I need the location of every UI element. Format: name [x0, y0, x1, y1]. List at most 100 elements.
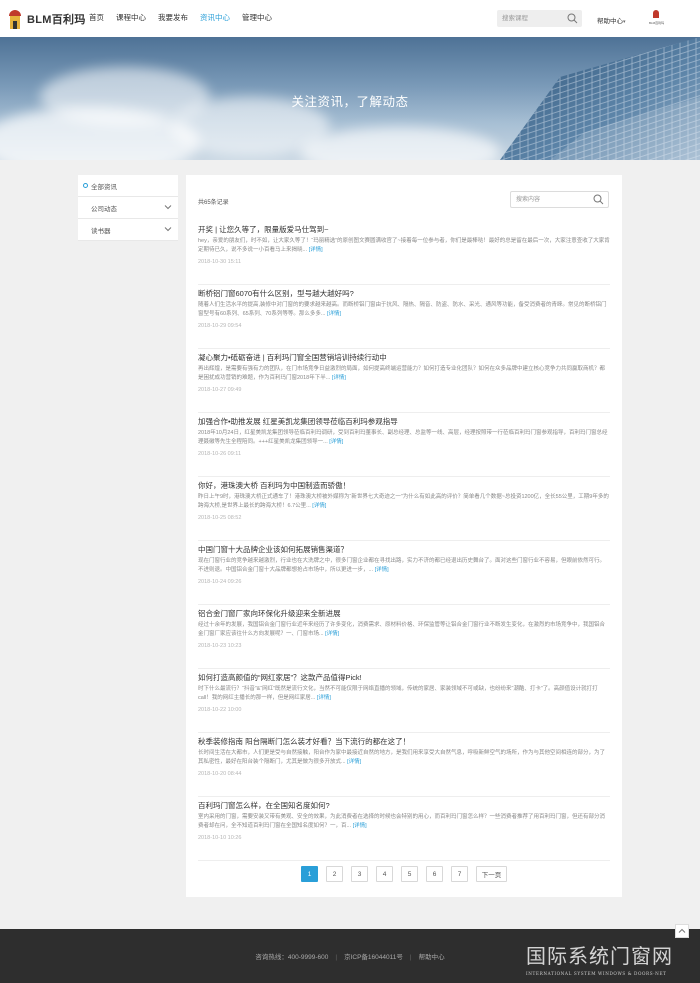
pagination: 1 2 3 4 5 6 7 下一页: [301, 866, 515, 882]
course-search: [497, 10, 582, 27]
logo-text: BLM百利玛: [27, 14, 86, 26]
article-date: 2018-10-22 10:00: [198, 707, 242, 713]
news-category-sidebar: 全部资讯 公司动态 读书器: [78, 175, 178, 241]
top-header: BLM百利玛 首页 课程中心 我要发布 资讯中心 管理中心 帮助中心▾ BLM百…: [0, 0, 700, 37]
nav-manage[interactable]: 管理中心: [242, 12, 272, 23]
article-summary: 昨日上午9时，港珠澳大桥正式通车了！港珠澳大桥被外媒称为“新世界七大奇迹之一”为…: [198, 494, 609, 509]
selected-circle-icon: [83, 183, 88, 188]
details-link[interactable]: [详情]: [309, 247, 323, 253]
nav-news[interactable]: 资讯中心: [200, 12, 230, 23]
list-item: 百利玛门窗怎么样，在全国知名度如何? 室内采用的门窗，需要安装又带有美观、安全的…: [198, 797, 610, 861]
details-link[interactable]: [详情]: [353, 823, 367, 829]
next-page-button[interactable]: 下一页: [476, 866, 507, 882]
main-nav: 首页 课程中心 我要发布 资讯中心 管理中心: [89, 12, 284, 23]
nav-courses[interactable]: 课程中心: [116, 12, 146, 23]
nav-home[interactable]: 首页: [89, 12, 104, 23]
article-date: 2018-10-30 15:11: [198, 259, 242, 265]
page-button-5[interactable]: 5: [401, 866, 418, 882]
list-item: 铝合金门窗厂家向环保化升级迎来全新进展 经过十余年的发展，我国铝合金门窗行业近年…: [198, 605, 610, 669]
article-summary: 再出辉煌，是需要有强有力的团队，在门市场竞争日益激烈的局面，如何提高终端运营能力…: [198, 366, 606, 381]
help-center-link[interactable]: 帮助中心▾: [597, 15, 626, 25]
nav-publish[interactable]: 我要发布: [158, 12, 188, 23]
article-date: 2018-10-25 08:52: [198, 515, 242, 521]
page-button-7[interactable]: 7: [451, 866, 468, 882]
article-title[interactable]: 如何打造高颜值的“网红家居”？这款产品值得Pick!: [198, 672, 362, 683]
details-link[interactable]: [详情]: [375, 567, 389, 573]
details-link[interactable]: [详情]: [325, 631, 339, 637]
article-date: 2018-10-29 09:54: [198, 323, 242, 329]
details-link[interactable]: [详情]: [327, 311, 341, 317]
details-link[interactable]: [详情]: [329, 439, 343, 445]
list-item: 中国门窗十大品牌企业该如何拓展销售渠道？ 现在门窗行业的竞争越来越激烈，行业也在…: [198, 541, 610, 605]
search-icon[interactable]: [593, 194, 604, 207]
article-list: 开奖 | 让您久等了，限量版爱马仕驾到~ hey，亲爱的朋友们，时不如，让大家久…: [198, 221, 610, 861]
chevron-down-icon: [164, 226, 172, 234]
sidebar-item-all-news[interactable]: 全部资讯: [78, 175, 178, 197]
article-date: 2018-10-27 09:49: [198, 387, 242, 393]
news-list-panel: 共65条记录 开奖 | 让您久等了，限量版爱马仕驾到~ hey，亲爱的朋友们，时…: [186, 175, 622, 897]
record-count: 共65条记录: [198, 200, 229, 206]
details-link[interactable]: [详情]: [347, 759, 361, 765]
article-title[interactable]: 百利玛门窗怎么样，在全国知名度如何?: [198, 800, 330, 811]
article-summary: 现在门窗行业的竞争越来越激烈，行业也在大洗牌之中，很多门窗企业都在寻找出路，实力…: [198, 558, 606, 573]
content-search: [510, 191, 609, 208]
article-title[interactable]: 开奖 | 让您久等了，限量版爱马仕驾到~: [198, 224, 329, 235]
page-button-4[interactable]: 4: [376, 866, 393, 882]
list-item: 凝心聚力•砥砺奋进 | 百利玛门窗全国营销培训持续行动中 再出辉煌，是需要有强有…: [198, 349, 610, 413]
site-watermark: 国际系统门窗网 INTERNATIONAL SYSTEM WINDOWS & D…: [526, 940, 694, 980]
article-date: 2018-10-10 10:26: [198, 835, 242, 841]
article-summary: 随着人们生活水平的提高,装修中对门窗的的要求越来越高。而断桥铝门窗由于抗风、隔热…: [198, 302, 607, 317]
article-date: 2018-10-20 08:44: [198, 771, 242, 777]
chevron-down-icon: [164, 204, 172, 212]
page-button-6[interactable]: 6: [426, 866, 443, 882]
content-search-input[interactable]: [511, 192, 589, 207]
article-summary: 2018年10月24日，红星美凯龙集团领导莅临百利玛调研，受到百利玛董事长、副总…: [198, 430, 608, 445]
logo-icon: [9, 9, 21, 29]
chevron-down-icon: ▾: [623, 19, 626, 25]
details-link[interactable]: [详情]: [312, 503, 326, 509]
article-title[interactable]: 凝心聚力•砥砺奋进 | 百利玛门窗全国营销培训持续行动中: [198, 352, 387, 363]
article-summary: 经过十余年的发展，我国铝合金门窗行业近年来经历了许多变化，消费需求、原材料价格、…: [198, 622, 606, 637]
details-link[interactable]: [详情]: [332, 375, 346, 381]
list-item: 你好，港珠澳大桥 百利玛为中国制造而骄傲！ 昨日上午9时，港珠澳大桥正式通车了！…: [198, 477, 610, 541]
footer-help-link[interactable]: 帮助中心: [419, 954, 445, 961]
page-button-1[interactable]: 1: [301, 866, 318, 882]
sidebar-item-label: 公司动态: [91, 205, 117, 213]
list-item: 断桥铝门窗6070有什么区别，型号越大越好吗? 随着人们生活水平的提高,装修中对…: [198, 285, 610, 349]
course-search-input[interactable]: [497, 10, 561, 27]
news-banner: 关注资讯，了解动态: [0, 37, 700, 160]
site-logo[interactable]: BLM百利玛: [9, 9, 86, 29]
list-item: 开奖 | 让您久等了，限量版爱马仕驾到~ hey，亲爱的朋友们，时不如，让大家久…: [198, 221, 610, 285]
article-date: 2018-10-23 10:23: [198, 643, 242, 649]
page-button-3[interactable]: 3: [351, 866, 368, 882]
list-item: 秋季装修指南 阳台隔断门怎么装才好看？当下流行的都在这了！ 长时间生活在大都市，…: [198, 733, 610, 797]
article-summary: 时下什么最流行？“抖音”&“网红”既然是流行文化，当然不可能仅限于网络直播的领域…: [198, 686, 598, 701]
divider: |: [409, 954, 412, 961]
article-title[interactable]: 你好，港珠澳大桥 百利玛为中国制造而骄傲！: [198, 480, 350, 491]
footer-icp[interactable]: 京ICP备16044011号: [344, 954, 403, 961]
watermark-subtitle: INTERNATIONAL SYSTEM WINDOWS & DOORS·NET: [526, 971, 667, 976]
avatar-label: BLM百利玛: [649, 21, 665, 25]
search-icon[interactable]: [567, 13, 578, 26]
avatar-logo-icon: [653, 10, 659, 18]
avatar[interactable]: BLM百利玛: [649, 10, 665, 30]
chevron-up-icon: [678, 928, 686, 933]
details-link[interactable]: [详情]: [317, 695, 331, 701]
article-title[interactable]: 铝合金门窗厂家向环保化升级迎来全新进展: [198, 608, 341, 619]
back-to-top-button[interactable]: [675, 924, 689, 938]
article-date: 2018-10-24 09:26: [198, 579, 242, 585]
sidebar-item-reader[interactable]: 读书器: [78, 219, 178, 241]
sidebar-item-label: 全部资讯: [91, 183, 117, 191]
article-summary: hey，亲爱的朋友们，时不如，让大家久等了！“玛丽精选”的原创图文赛圆满收官了~…: [198, 238, 610, 253]
page-button-2[interactable]: 2: [326, 866, 343, 882]
article-title[interactable]: 加强合作•助推发展 红星美凯龙集团领导莅临百利玛参观指导: [198, 416, 398, 427]
footer-hotline: 咨询热线：400-9999-600: [255, 954, 329, 961]
divider: |: [335, 954, 338, 961]
article-date: 2018-10-26 09:11: [198, 451, 242, 457]
list-item: 如何打造高颜值的“网红家居”？这款产品值得Pick! 时下什么最流行？“抖音”&…: [198, 669, 610, 733]
article-title[interactable]: 中国门窗十大品牌企业该如何拓展销售渠道？: [198, 544, 348, 555]
sidebar-item-company-news[interactable]: 公司动态: [78, 197, 178, 219]
help-center-label: 帮助中心: [597, 18, 623, 25]
article-title[interactable]: 断桥铝门窗6070有什么区别，型号越大越好吗?: [198, 288, 354, 299]
article-title[interactable]: 秋季装修指南 阳台隔断门怎么装才好看？当下流行的都在这了！: [198, 736, 410, 747]
